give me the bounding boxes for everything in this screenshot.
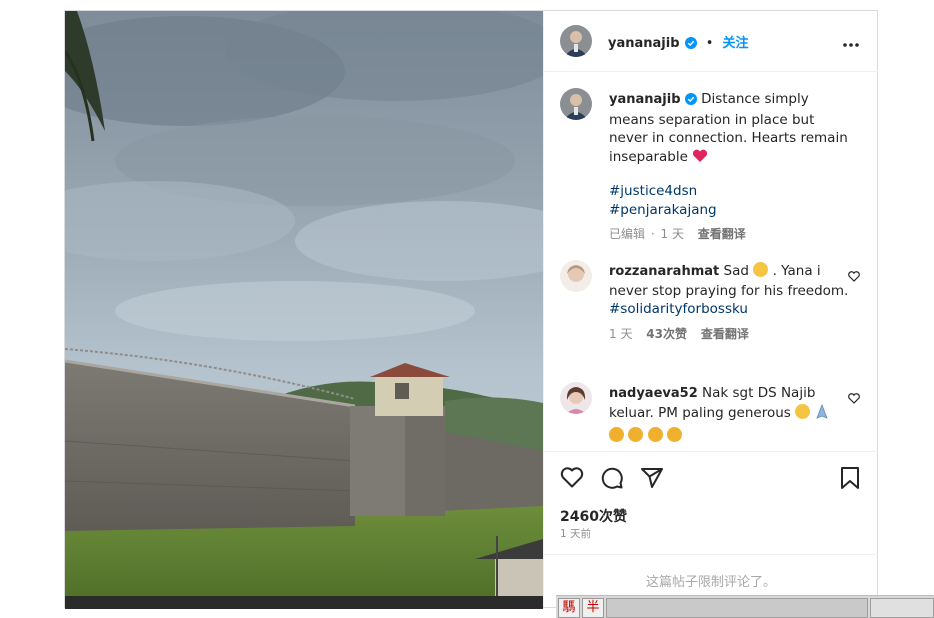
likes-count[interactable]: 2460次赞 xyxy=(560,506,627,526)
author-username[interactable]: yananajib xyxy=(608,36,680,51)
comment-time: 1 天 xyxy=(609,326,633,341)
commenter-username[interactable]: rozzanarahmat xyxy=(609,264,719,279)
comment-likes[interactable]: 43次赞 xyxy=(646,327,687,341)
caption-time: 1 天 xyxy=(660,227,684,241)
comment-item: rozzanarahmat Sad . Yana i never stop pr… xyxy=(560,260,860,370)
commenter-username[interactable]: nadyaeva52 xyxy=(609,386,698,401)
comment-bubble-icon[interactable] xyxy=(600,466,624,494)
taskbar-char-2[interactable]: 半 xyxy=(582,598,604,618)
post-header: yananajib • 关注 xyxy=(544,11,878,72)
commenter-avatar[interactable] xyxy=(560,260,592,292)
translate-button[interactable]: 查看翻译 xyxy=(698,227,746,241)
share-send-icon[interactable] xyxy=(640,466,664,494)
verified-badge-icon xyxy=(684,92,697,111)
caption: yananajib Distance simply means separati… xyxy=(560,88,860,258)
crying-face-emoji-icon xyxy=(753,262,769,277)
crying-face-emoji-icon xyxy=(647,427,663,442)
post-photo[interactable] xyxy=(65,11,543,609)
post-timestamp: 1 天前 xyxy=(560,528,592,540)
translate-button[interactable]: 查看翻译 xyxy=(701,327,749,341)
prison-wall-photo xyxy=(65,11,543,609)
commenter-avatar[interactable] xyxy=(560,382,592,414)
author-avatar[interactable] xyxy=(560,25,592,57)
like-comment-heart-icon[interactable] xyxy=(848,267,860,286)
like-heart-icon[interactable] xyxy=(560,466,584,492)
taskbar: 騳 半 xyxy=(556,595,934,618)
meta-dot: · xyxy=(650,227,655,241)
follow-button[interactable]: 关注 xyxy=(722,36,748,51)
hashtag-justice4dsn[interactable]: #justice4dsn xyxy=(609,182,849,201)
post-actions: 2460次赞 1 天前 xyxy=(544,451,878,562)
hashtag-solidarityforbossku[interactable]: #solidarityforbossku xyxy=(609,300,849,319)
caption-meta: 已编辑 · 1 天 查看翻译 xyxy=(609,225,849,244)
praying-hands-emoji-icon xyxy=(814,403,830,425)
crying-face-emoji-icon xyxy=(609,427,624,442)
more-options-icon[interactable] xyxy=(842,33,860,52)
hashtag-penjarakajang[interactable]: #penjarakajang xyxy=(609,201,849,220)
red-heart-emoji-icon xyxy=(692,149,708,165)
header-user: yananajib • 关注 xyxy=(608,32,749,53)
instagram-post: yananajib • 关注 yananajib Distance simply… xyxy=(64,10,878,609)
face-emoji-icon xyxy=(795,403,811,419)
like-comment-heart-icon[interactable] xyxy=(848,389,860,408)
crying-face-emoji-icon xyxy=(666,427,682,442)
edited-label: 已编辑 xyxy=(609,227,646,241)
caption-avatar[interactable] xyxy=(560,88,592,120)
verified-badge-icon xyxy=(684,34,697,53)
save-bookmark-icon[interactable] xyxy=(840,466,860,494)
taskbar-char-1[interactable]: 騳 xyxy=(558,598,580,618)
comment-item: nadyaeva52 Nak sgt DS Najib keluar. PM p… xyxy=(560,382,860,450)
post-side-panel: yananajib • 关注 yananajib Distance simply… xyxy=(543,11,878,607)
taskbar-tray[interactable] xyxy=(870,598,934,618)
caption-username[interactable]: yananajib xyxy=(609,92,681,107)
comment-text: Sad xyxy=(723,263,749,279)
header-separator: • xyxy=(705,36,714,51)
comment-meta: 1 天 43次赞 查看翻译 xyxy=(609,325,849,344)
emoji-row xyxy=(609,427,849,446)
crying-face-emoji-icon xyxy=(628,427,644,442)
taskbar-window-button[interactable] xyxy=(606,598,868,618)
comments-list[interactable]: yananajib Distance simply means separati… xyxy=(544,72,878,450)
